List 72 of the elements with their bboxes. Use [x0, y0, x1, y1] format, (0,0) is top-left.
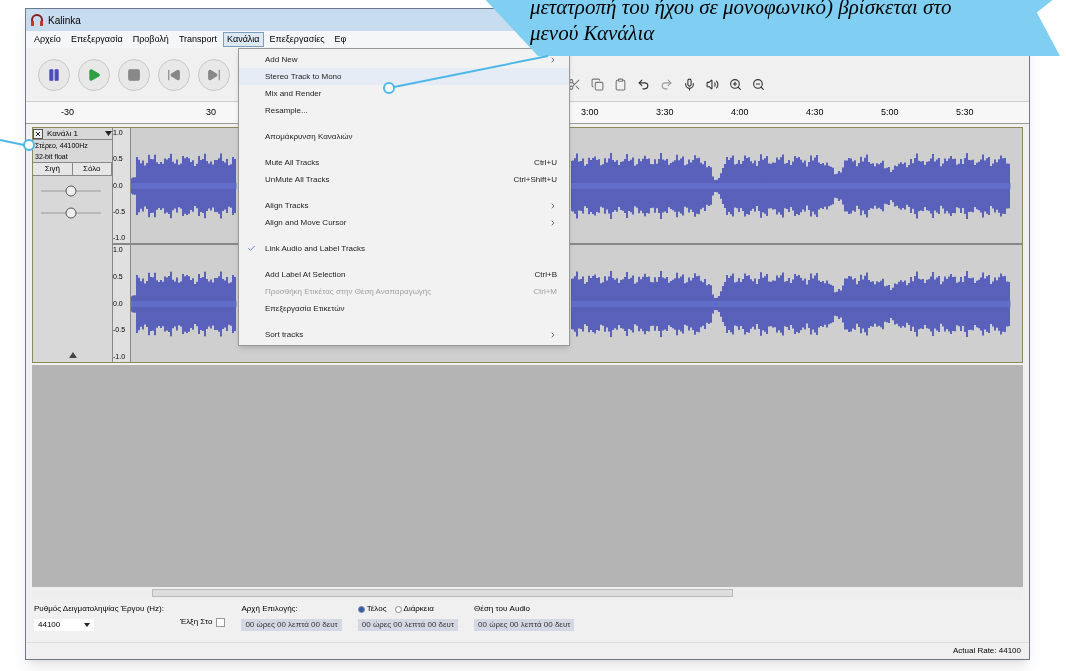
ruler-label: 5:00: [881, 106, 899, 119]
menu-entry[interactable]: Απομάκρυνση Καναλιών: [239, 128, 569, 145]
menu-item[interactable]: Transport: [174, 32, 222, 47]
close-icon[interactable]: [33, 128, 43, 139]
ruler-label: 3:00: [581, 106, 599, 119]
window-title: Kalinka: [48, 13, 81, 28]
menu-entry[interactable]: UnMute All Tracks Ctrl+Shift+U: [239, 171, 569, 188]
menu-entry[interactable]: Mute All Tracks Ctrl+U: [239, 154, 569, 171]
skip-back-icon: [167, 67, 181, 82]
status-text: Actual Rate: 44100: [952, 645, 1021, 657]
time-field[interactable]: 00 ώρες 00 λεπτά 00 δευτ: [357, 619, 459, 631]
check-icon: [247, 244, 256, 253]
menu-entry[interactable]: Align and Move Cursor: [239, 214, 569, 231]
stop-icon: [127, 67, 141, 82]
play-icon: [87, 67, 101, 82]
track-button[interactable]: Σιγή: [33, 163, 73, 175]
menu-entry[interactable]: Mix and Render: [239, 85, 569, 102]
menu-item[interactable]: Προβολή: [128, 32, 173, 47]
ruler-label: -30: [61, 106, 74, 119]
menu-item[interactable]: Αρχείο: [30, 32, 65, 47]
radio-option[interactable]: Τέλος: [357, 603, 387, 615]
audio-position-label: Θέση του Audio: [474, 603, 532, 615]
ruler-label: 4:00: [731, 106, 749, 119]
callout-text: μενού Κανάλια: [530, 20, 655, 46]
radio-option[interactable]: Διάρκεια: [394, 603, 434, 615]
time-field[interactable]: 00 ώρες 00 λεπτά 00 δευτ: [241, 619, 342, 631]
clipboard-icon[interactable]: [614, 78, 627, 91]
menu-entry[interactable]: Add New: [239, 51, 569, 68]
pan-slider-icon[interactable]: [41, 206, 101, 220]
zoom-in-icon[interactable]: [729, 78, 742, 91]
transport-button[interactable]: [38, 58, 70, 91]
transport-button[interactable]: [118, 58, 150, 91]
dropdown-arrow-icon: [105, 131, 112, 136]
selection-start-label: Αρχή Επιλογής:: [241, 603, 299, 615]
gain-slider-icon[interactable]: [41, 184, 101, 198]
speaker-icon[interactable]: [706, 78, 719, 91]
ruler-label: 30: [206, 106, 216, 119]
collapse-arrow-icon[interactable]: [68, 352, 77, 358]
pause-icon: [47, 67, 61, 82]
menu-item[interactable]: Εφ: [330, 32, 351, 47]
transport-button[interactable]: [78, 58, 110, 91]
redo-icon[interactable]: [660, 78, 673, 91]
undo-icon[interactable]: [637, 78, 650, 91]
rate-label: Ρυθμός Δειγματοληψίας Έργου (Hz):: [34, 603, 164, 615]
menu-entry[interactable]: Link Audio and Label Tracks: [239, 240, 569, 257]
menu-entry[interactable]: Align Tracks: [239, 197, 569, 214]
menu-item[interactable]: Επεξεργασία: [66, 32, 127, 47]
microphone-icon[interactable]: [683, 78, 696, 91]
track-button[interactable]: Σόλο: [72, 163, 112, 175]
menu-item[interactable]: Επεξεργασίες: [265, 32, 329, 47]
headphones-icon: [30, 14, 44, 26]
menu-entry[interactable]: Resample...: [239, 102, 569, 119]
callout-text: μετατροπή του ήχου σε μονοφωνικό) βρίσκεται στο: [530, 0, 952, 20]
menu-entry[interactable]: Επεξεργασία Ετικετών: [239, 300, 569, 317]
transport-button[interactable]: [158, 58, 190, 91]
ruler-label: 4:30: [806, 106, 824, 119]
zoom-out-icon[interactable]: [752, 78, 765, 91]
snap-checkbox[interactable]: [216, 617, 226, 627]
snap-label: Έλξη Στο: [179, 616, 213, 628]
menu-entry[interactable]: Sort tracks: [239, 326, 569, 343]
menu-entry[interactable]: Add Label At Selection Ctrl+B: [239, 266, 569, 283]
track-name-dropdown[interactable]: Κανάλι 1: [43, 127, 105, 140]
skip-forward-icon: [207, 67, 221, 82]
dropdown-arrow-icon: [84, 623, 90, 627]
ruler-label: 3:30: [656, 106, 674, 119]
menu-entry[interactable]: Stereo Track to Mono: [239, 68, 569, 85]
transport-button[interactable]: [198, 58, 230, 91]
ruler-label: 5:30: [956, 106, 974, 119]
copy-icon[interactable]: [591, 78, 604, 91]
rate-dropdown[interactable]: 44100: [34, 619, 94, 631]
menu-item[interactable]: Κανάλια: [223, 32, 264, 47]
time-field[interactable]: 00 ώρες 00 λεπτά 00 δευτ: [474, 619, 575, 631]
